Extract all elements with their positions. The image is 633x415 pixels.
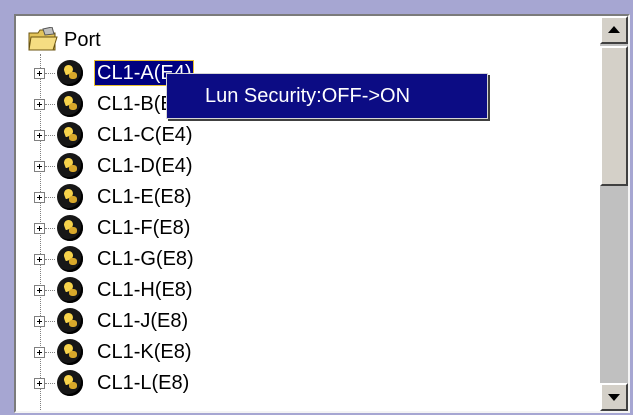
tree-item-label[interactable]: CL1-D(E4) xyxy=(95,154,195,178)
tree-item-cl1-f[interactable]: CL1-F(E8) xyxy=(32,213,192,243)
plus-expander-icon[interactable] xyxy=(34,253,45,265)
tree-connector xyxy=(45,227,55,229)
port-icon xyxy=(57,339,83,365)
tree-item-label[interactable]: CL1-C(E4) xyxy=(95,123,195,147)
plus-expander-icon[interactable] xyxy=(34,67,45,79)
scroll-down-button[interactable] xyxy=(600,383,628,411)
tree-root-label: Port xyxy=(64,28,101,51)
plus-expander-icon[interactable] xyxy=(34,346,45,358)
port-icon xyxy=(57,246,83,272)
tree-item-cl1-g[interactable]: CL1-G(E8) xyxy=(32,244,196,274)
port-icon xyxy=(57,277,83,303)
scroll-thumb[interactable] xyxy=(600,46,628,186)
plus-expander-icon[interactable] xyxy=(34,315,45,327)
tree-item-label[interactable]: CL1-K(E8) xyxy=(95,340,193,364)
tree-item-label[interactable]: CL1-L(E8) xyxy=(95,371,191,395)
vertical-scrollbar[interactable] xyxy=(600,16,628,411)
context-menu: Lun Security:OFF->ON xyxy=(166,73,488,119)
port-icon xyxy=(57,184,83,210)
tree-connector xyxy=(45,134,55,136)
tree-connector xyxy=(45,72,55,74)
tree-item-cl1-j[interactable]: CL1-J(E8) xyxy=(32,306,190,336)
tree-connector xyxy=(45,289,55,291)
tree-item-cl1-k[interactable]: CL1-K(E8) xyxy=(32,337,193,367)
tree-root-port[interactable]: Port xyxy=(28,26,101,54)
tree-item-label[interactable]: CL1-H(E8) xyxy=(95,278,195,302)
menu-item-lun-security[interactable]: Lun Security:OFF->ON xyxy=(167,85,410,108)
port-icon xyxy=(57,122,83,148)
tree-item-cl1-e[interactable]: CL1-E(E8) xyxy=(32,182,193,212)
tree-connector xyxy=(45,320,55,322)
tree-item-label[interactable]: CL1-E(E8) xyxy=(95,185,193,209)
plus-expander-icon[interactable] xyxy=(34,129,45,141)
port-icon xyxy=(57,215,83,241)
scroll-up-button[interactable] xyxy=(600,16,628,44)
port-icon xyxy=(57,370,83,396)
plus-expander-icon[interactable] xyxy=(34,284,45,296)
tree-item-cl1-h[interactable]: CL1-H(E8) xyxy=(32,275,195,305)
tree-item-label[interactable]: CL1-J(E8) xyxy=(95,309,190,333)
tree-item-cl1-l[interactable]: CL1-L(E8) xyxy=(32,368,191,398)
scroll-down-arrow-icon xyxy=(608,394,620,401)
folder-icon xyxy=(28,26,58,53)
port-icon xyxy=(57,308,83,334)
port-icon xyxy=(57,60,83,86)
tree-connector xyxy=(45,382,55,384)
plus-expander-icon[interactable] xyxy=(34,377,45,389)
tree-item-label[interactable]: CL1-G(E8) xyxy=(95,247,196,271)
tree-connector xyxy=(45,196,55,198)
tree-item-cl1-d[interactable]: CL1-D(E4) xyxy=(32,151,195,181)
port-icon xyxy=(57,153,83,179)
tree-connector xyxy=(45,258,55,260)
tree-item-label[interactable]: CL1-F(E8) xyxy=(95,216,192,240)
scroll-up-arrow-icon xyxy=(608,26,620,33)
plus-expander-icon[interactable] xyxy=(34,160,45,172)
plus-expander-icon[interactable] xyxy=(34,191,45,203)
tree-connector xyxy=(45,351,55,353)
tree-connector xyxy=(45,103,55,105)
plus-expander-icon[interactable] xyxy=(34,98,45,110)
plus-expander-icon[interactable] xyxy=(34,222,45,234)
tree-connector xyxy=(45,165,55,167)
tree-item-cl1-c[interactable]: CL1-C(E4) xyxy=(32,120,195,150)
port-icon xyxy=(57,91,83,117)
